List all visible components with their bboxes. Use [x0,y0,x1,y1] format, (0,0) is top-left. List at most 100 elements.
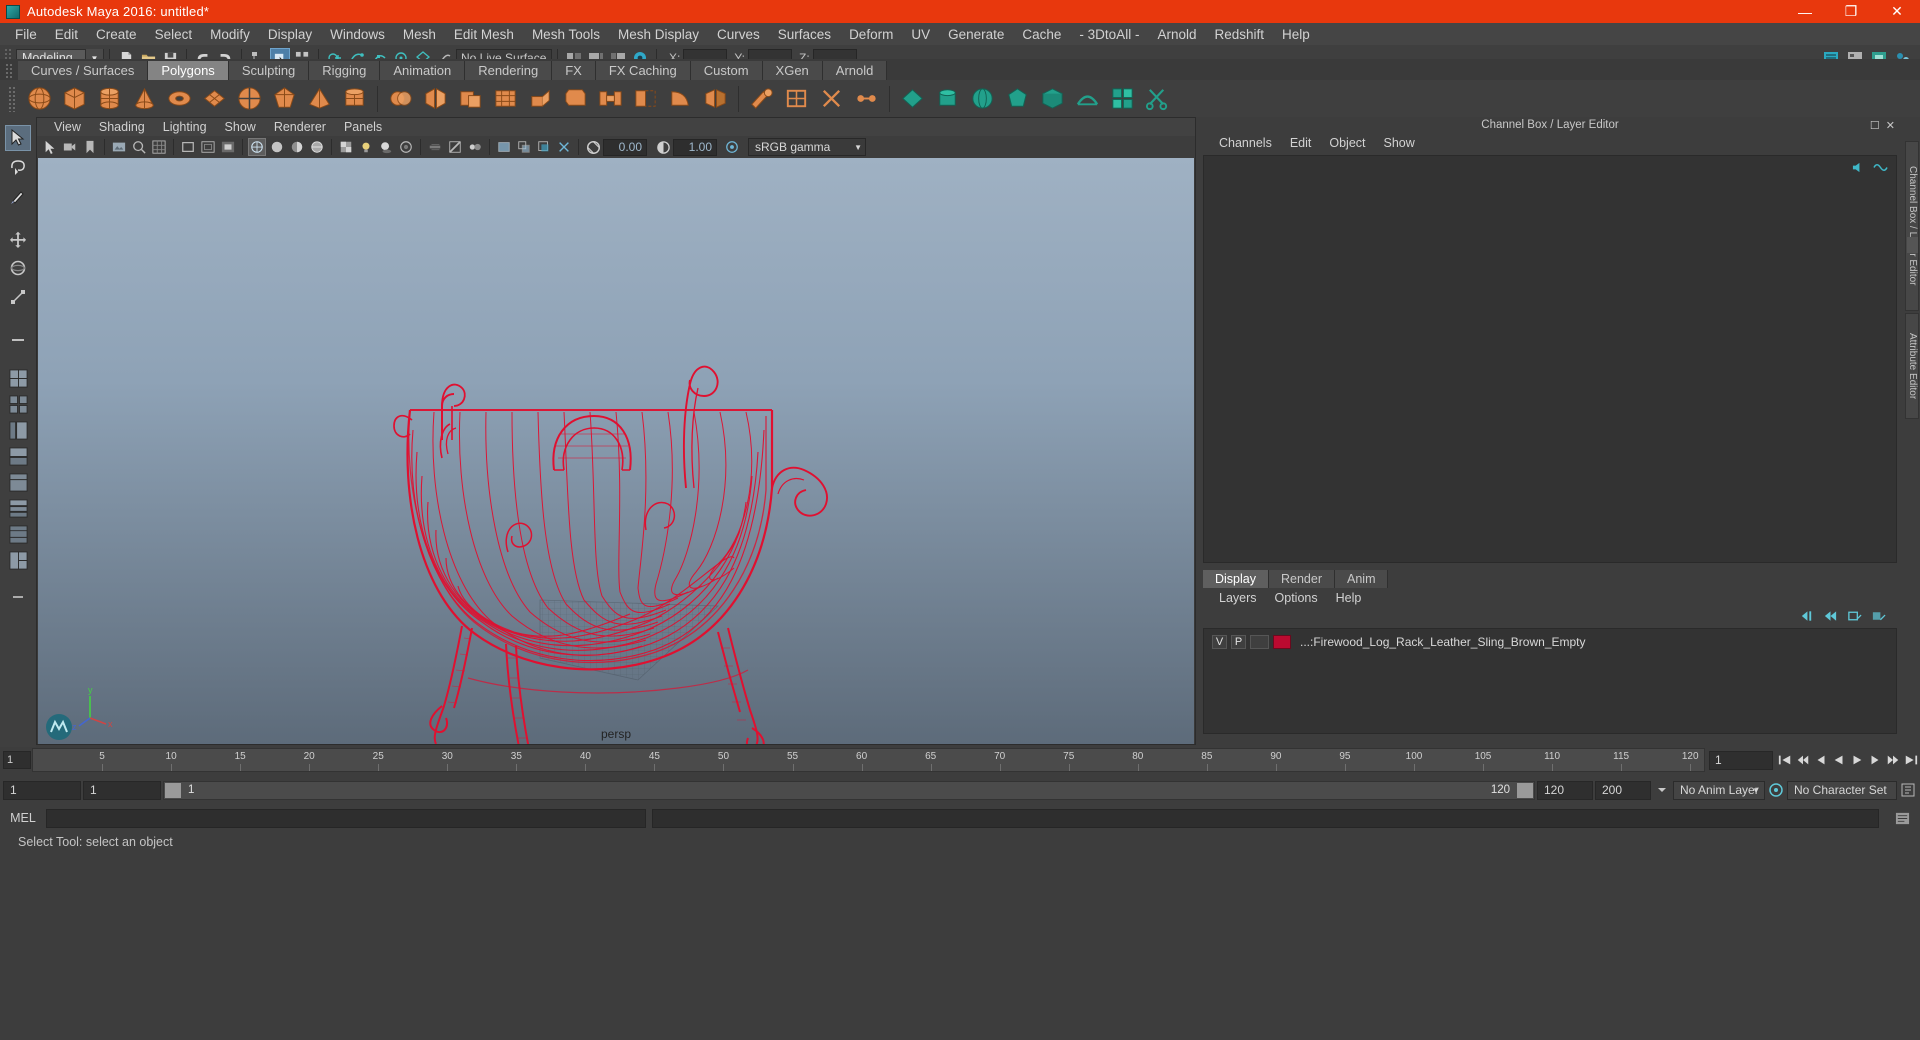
film-gate-icon[interactable] [179,138,197,156]
uv-cut-icon[interactable] [1142,83,1173,114]
shelf-tab-arnold[interactable]: Arnold [822,61,888,80]
menu-file[interactable]: File [6,25,46,44]
viewport-menu-lighting[interactable]: Lighting [154,120,216,134]
combine-icon[interactable] [385,83,416,114]
target-weld-icon[interactable] [851,83,882,114]
uv-spherical-icon[interactable] [967,83,998,114]
menu-cache[interactable]: Cache [1013,25,1070,44]
quick-layout-hypershade-persp[interactable] [6,470,30,494]
shelf-tab-sculpting[interactable]: Sculpting [228,61,310,80]
command-line-input[interactable] [46,808,646,828]
layer-menu-layers[interactable]: Layers [1210,591,1266,605]
menu-edit-mesh[interactable]: Edit Mesh [445,25,523,44]
viewport-menu-show[interactable]: Show [216,120,265,134]
viewport-camera-icon[interactable] [61,138,79,156]
menu-windows[interactable]: Windows [321,25,394,44]
layer-list[interactable]: V P ...:Firewood_Log_Rack_Leather_Sling_… [1203,628,1897,734]
isolate-select-icon[interactable] [555,138,573,156]
menu-curves[interactable]: Curves [708,25,769,44]
close-panel-icon[interactable]: ✕ [1886,119,1895,132]
anim-layer-selector[interactable]: No Anim Layer ▼ [1673,780,1765,800]
smooth-shade-all-icon[interactable] [268,138,286,156]
texture-toggle-icon[interactable] [337,138,355,156]
close-button[interactable]: ✕ [1874,0,1920,23]
select-tool[interactable] [5,125,31,151]
menu-mesh-tools[interactable]: Mesh Tools [523,25,609,44]
quick-layout-four-view[interactable] [6,392,30,416]
minimize-button[interactable]: — [1782,0,1828,23]
menu-create[interactable]: Create [87,25,146,44]
bevel-icon[interactable] [560,83,591,114]
viewport-menu-panels[interactable]: Panels [335,120,391,134]
multisample-icon[interactable] [446,138,464,156]
shelf-tab-fx-caching[interactable]: FX Caching [595,61,691,80]
menu-surfaces[interactable]: Surfaces [769,25,840,44]
chevron-down-icon[interactable]: ▼ [854,143,862,152]
gamma-field[interactable]: 1.00 [673,138,717,156]
current-frame-field[interactable]: 1 [1709,750,1773,770]
mirror-geometry-icon[interactable] [700,83,731,114]
poly-sphere-icon[interactable] [24,83,55,114]
uv-planar-icon[interactable] [897,83,928,114]
viewport-menu-shading[interactable]: Shading [90,120,154,134]
range-handle-left[interactable] [165,782,181,798]
add-layout-button[interactable] [5,584,31,610]
uv-camera-based-icon[interactable] [1037,83,1068,114]
exposure-field[interactable]: 0.00 [603,138,647,156]
timeline-start-field[interactable]: 1 [3,751,31,769]
layer-name[interactable]: ...:Firewood_Log_Rack_Leather_Sling_Brow… [1300,635,1586,649]
quick-layout-single-perspective[interactable] [6,366,30,390]
layer-color-swatch[interactable] [1273,634,1291,649]
play-forwards-icon[interactable] [1849,751,1865,769]
layer-new-icon[interactable] [1847,609,1862,625]
vtab-attribute-editor[interactable]: Attribute Editor [1905,313,1919,419]
table-row[interactable]: V P ...:Firewood_Log_Rack_Leather_Sling_… [1204,633,1896,650]
separate-icon[interactable] [420,83,451,114]
viewport-menu-renderer[interactable]: Renderer [265,120,335,134]
poly-cone-icon[interactable] [129,83,160,114]
menu-mesh-display[interactable]: Mesh Display [609,25,708,44]
color-management-icon[interactable] [723,138,741,156]
layer-menu-help[interactable]: Help [1327,591,1371,605]
resolution-gate-icon[interactable] [199,138,217,156]
scale-tool[interactable] [5,284,31,310]
vtab-channel-box-layer-editor[interactable]: Channel Box / Layer Editor [1905,141,1919,311]
layer-tab-anim[interactable]: Anim [1335,570,1389,588]
gamma-icon[interactable] [654,138,672,156]
exposure-icon[interactable] [584,138,602,156]
motion-blur-icon[interactable] [426,138,444,156]
quick-layout-two-pane-stacked[interactable] [6,522,30,546]
range-bar[interactable]: 1 120 [163,780,1535,800]
shadows-icon[interactable] [377,138,395,156]
range-handle-right[interactable] [1517,782,1533,798]
sculpt-geometry-icon[interactable] [746,83,777,114]
shelf-tab-polygons[interactable]: Polygons [148,61,229,80]
menu-modify[interactable]: Modify [201,25,259,44]
quick-layout-persp-graph[interactable] [6,444,30,468]
menu-display[interactable]: Display [259,25,321,44]
animation-preferences-icon[interactable] [1900,781,1916,799]
use-all-lights-icon[interactable] [357,138,375,156]
timeline-ruler[interactable]: 5 10 15 20 25 30 35 40 45 50 55 60 65 70 75 80 85 90 95 100… [32,748,1705,772]
rotate-tool[interactable] [5,255,31,281]
shelf-tab-fx[interactable]: FX [552,61,596,80]
menu-edit[interactable]: Edit [46,25,87,44]
channelbox-menu-object[interactable]: Object [1320,136,1374,150]
wireframe-shading-icon[interactable] [248,138,266,156]
smooth-shade-selected-icon[interactable] [288,138,306,156]
gate-mask-icon[interactable] [219,138,237,156]
play-backwards-icon[interactable] [1831,751,1847,769]
menu-deform[interactable]: Deform [840,25,902,44]
quick-layout-three-pane-split[interactable] [6,548,30,572]
shelf-grip[interactable] [5,63,14,79]
layer-first-icon[interactable] [1799,609,1814,625]
layer-tab-render[interactable]: Render [1269,570,1335,588]
poly-pyramid-icon[interactable] [304,83,335,114]
go-to-end-icon[interactable] [1903,751,1919,769]
command-line-label[interactable]: MEL [0,811,46,825]
poly-disc-icon[interactable] [234,83,265,114]
multi-cut-icon[interactable] [816,83,847,114]
go-to-start-icon[interactable] [1777,751,1793,769]
menu-3dtoall[interactable]: - 3DtoAll - [1070,25,1148,44]
extrude-icon[interactable] [525,83,556,114]
